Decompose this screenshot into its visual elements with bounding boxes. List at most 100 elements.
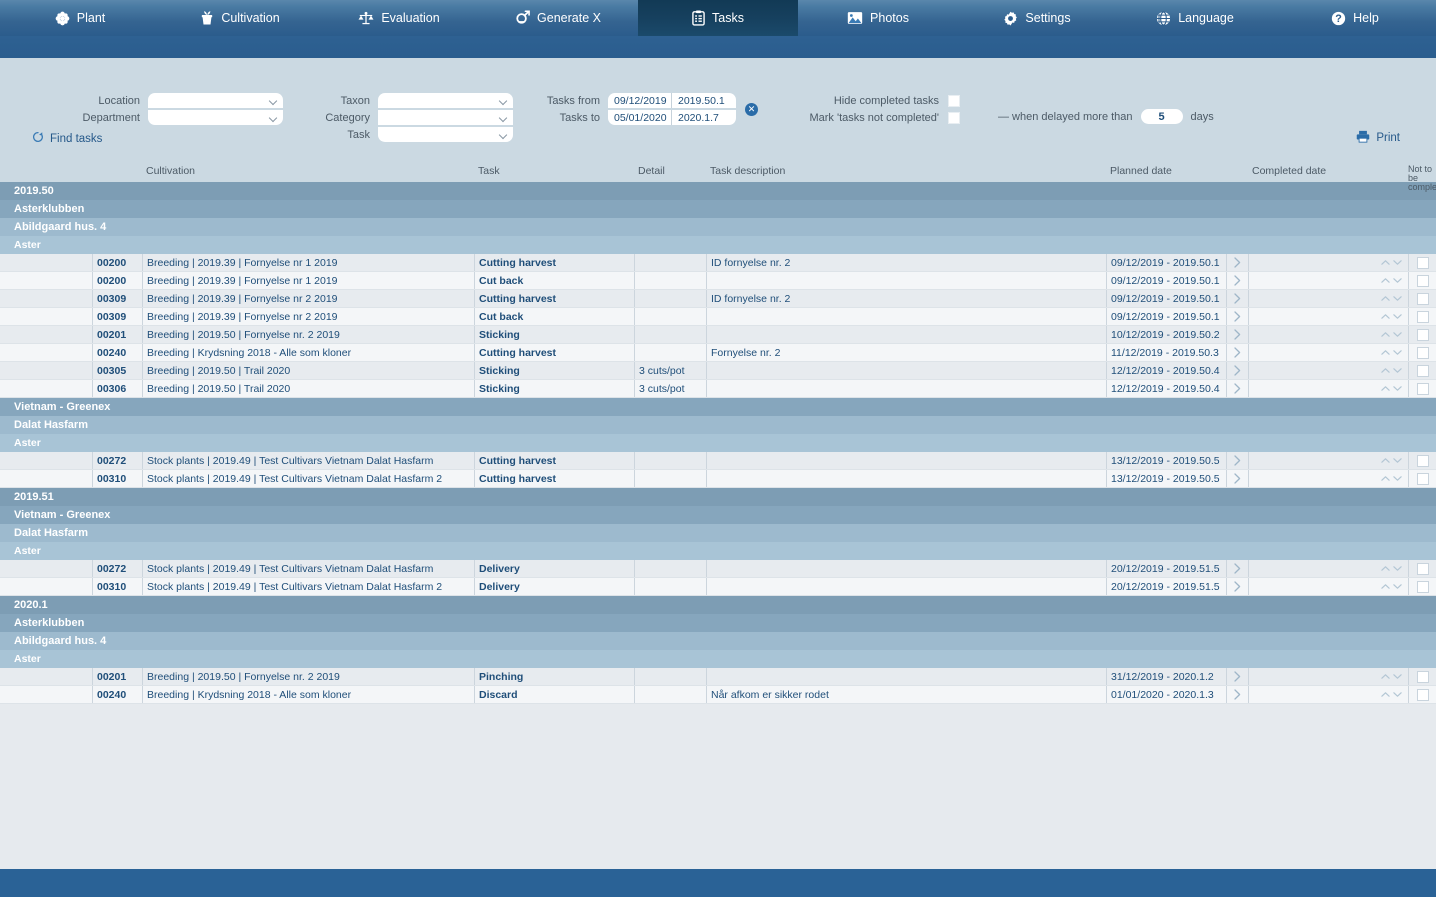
- not-to-be-completed-checkbox[interactable]: [1416, 328, 1429, 341]
- row-move-controls[interactable]: [1378, 290, 1408, 307]
- row-detail-chevron-button[interactable]: [1226, 272, 1248, 289]
- row-detail-chevron-button[interactable]: [1226, 668, 1248, 685]
- row-detail-chevron-button[interactable]: [1226, 254, 1248, 271]
- table-row[interactable]: 00240 Breeding | Krydsning 2018 - Alle so…: [0, 686, 1436, 704]
- nav-item-evaluation[interactable]: Evaluation: [320, 0, 478, 36]
- row-detail-chevron-button[interactable]: [1226, 308, 1248, 325]
- table-row[interactable]: 00201 Breeding | 2019.50 | Fornyelse nr. …: [0, 668, 1436, 686]
- nav-item-generate-x[interactable]: Generate X: [478, 0, 638, 36]
- nav-item-tasks[interactable]: Tasks: [638, 0, 798, 36]
- tasks-from-week[interactable]: 2019.50.1: [672, 93, 736, 108]
- mark-not-completed-checkbox[interactable]: [948, 111, 960, 124]
- table-row[interactable]: 00272 Stock plants | 2019.49 | Test Culti…: [0, 452, 1436, 470]
- row-detail-chevron-button[interactable]: [1226, 560, 1248, 577]
- table-row[interactable]: 00200 Breeding | 2019.39 | Fornyelse nr 1…: [0, 272, 1436, 290]
- nav-item-settings[interactable]: Settings: [958, 0, 1116, 36]
- tasks-to-week[interactable]: 2020.1.7: [672, 110, 736, 125]
- print-button[interactable]: Print: [1356, 130, 1400, 146]
- not-to-be-completed-checkbox[interactable]: [1416, 454, 1429, 467]
- table-row[interactable]: 00201 Breeding | 2019.50 | Fornyelse nr. …: [0, 326, 1436, 344]
- group-header-taxon[interactable]: Aster: [0, 542, 1436, 560]
- not-to-be-completed-checkbox[interactable]: [1416, 382, 1429, 395]
- table-row[interactable]: 00200 Breeding | 2019.39 | Fornyelse nr 1…: [0, 254, 1436, 272]
- taxon-select[interactable]: [378, 93, 513, 108]
- row-move-controls[interactable]: [1378, 470, 1408, 487]
- nav-item-language[interactable]: Language: [1116, 0, 1274, 36]
- task-select[interactable]: [378, 127, 513, 142]
- not-to-be-completed-checkbox[interactable]: [1416, 346, 1429, 359]
- row-move-controls[interactable]: [1378, 344, 1408, 361]
- nav-item-plant[interactable]: Plant: [0, 0, 160, 36]
- row-detail-chevron-button[interactable]: [1226, 326, 1248, 343]
- group-header-location[interactable]: Asterklubben: [0, 614, 1436, 632]
- table-row[interactable]: 00309 Breeding | 2019.39 | Fornyelse nr 2…: [0, 308, 1436, 326]
- group-header-location[interactable]: Vietnam - Greenex: [0, 398, 1436, 416]
- not-to-be-completed-checkbox[interactable]: [1416, 310, 1429, 323]
- tasks-from-date[interactable]: 09/12/2019: [608, 93, 672, 108]
- table-row[interactable]: 00240 Breeding | Krydsning 2018 - Alle so…: [0, 344, 1436, 362]
- row-move-controls[interactable]: [1378, 362, 1408, 379]
- find-tasks-button[interactable]: Find tasks: [32, 131, 102, 146]
- nav-item-photos[interactable]: Photos: [798, 0, 958, 36]
- not-to-be-completed-checkbox[interactable]: [1416, 688, 1429, 701]
- not-to-be-completed-checkbox[interactable]: [1416, 472, 1429, 485]
- row-detail-chevron-button[interactable]: [1226, 452, 1248, 469]
- group-header-taxon[interactable]: Aster: [0, 650, 1436, 668]
- group-header-period[interactable]: 2019.50: [0, 182, 1436, 200]
- row-leading-spacer: [0, 470, 92, 487]
- row-move-controls[interactable]: [1378, 254, 1408, 271]
- row-move-controls[interactable]: [1378, 668, 1408, 685]
- not-to-be-completed-checkbox[interactable]: [1416, 274, 1429, 287]
- group-header-department[interactable]: Dalat Hasfarm: [0, 524, 1436, 542]
- not-to-be-completed-checkbox[interactable]: [1416, 292, 1429, 305]
- group-header-taxon[interactable]: Aster: [0, 434, 1436, 452]
- table-row[interactable]: 00306 Breeding | 2019.50 | Trail 2020 Stic…: [0, 380, 1436, 398]
- group-header-period[interactable]: 2019.51: [0, 488, 1436, 506]
- table-row[interactable]: 00272 Stock plants | 2019.49 | Test Culti…: [0, 560, 1436, 578]
- row-move-controls[interactable]: [1378, 452, 1408, 469]
- row-move-controls[interactable]: [1378, 578, 1408, 595]
- tasks-from-input[interactable]: 09/12/2019 2019.50.1: [608, 93, 736, 108]
- row-move-controls[interactable]: [1378, 308, 1408, 325]
- not-to-be-completed-checkbox[interactable]: [1416, 256, 1429, 269]
- row-detail-chevron-button[interactable]: [1226, 344, 1248, 361]
- tasks-to-date[interactable]: 05/01/2020: [608, 110, 672, 125]
- clear-date-range-button[interactable]: ✕: [745, 102, 758, 116]
- row-detail-chevron-button[interactable]: [1226, 380, 1248, 397]
- row-cultivation: Breeding | 2019.39 | Fornyelse nr 1 2019: [142, 272, 474, 289]
- group-header-department[interactable]: Dalat Hasfarm: [0, 416, 1436, 434]
- department-select[interactable]: [148, 110, 283, 125]
- group-header-department[interactable]: Abildgaard hus. 4: [0, 218, 1436, 236]
- row-detail-chevron-button[interactable]: [1226, 290, 1248, 307]
- hide-completed-checkbox[interactable]: [948, 94, 960, 107]
- row-task: Cut back: [474, 272, 634, 289]
- location-select[interactable]: [148, 93, 283, 108]
- not-to-be-completed-checkbox[interactable]: [1416, 580, 1429, 593]
- group-header-location[interactable]: Vietnam - Greenex: [0, 506, 1436, 524]
- group-header-taxon[interactable]: Aster: [0, 236, 1436, 254]
- delay-days-input[interactable]: 5: [1140, 109, 1183, 124]
- row-detail-chevron-button[interactable]: [1226, 578, 1248, 595]
- group-header-department[interactable]: Abildgaard hus. 4: [0, 632, 1436, 650]
- tasks-to-input[interactable]: 05/01/2020 2020.1.7: [608, 110, 736, 125]
- row-move-controls[interactable]: [1378, 272, 1408, 289]
- table-row[interactable]: 00305 Breeding | 2019.50 | Trail 2020 Stic…: [0, 362, 1436, 380]
- group-header-location[interactable]: Asterklubben: [0, 200, 1436, 218]
- row-detail-chevron-button[interactable]: [1226, 362, 1248, 379]
- table-row[interactable]: 00310 Stock plants | 2019.49 | Test Culti…: [0, 470, 1436, 488]
- row-move-controls[interactable]: [1378, 326, 1408, 343]
- category-select[interactable]: [378, 110, 513, 125]
- table-row[interactable]: 00309 Breeding | 2019.39 | Fornyelse nr 2…: [0, 290, 1436, 308]
- table-row[interactable]: 00310 Stock plants | 2019.49 | Test Culti…: [0, 578, 1436, 596]
- nav-item-help[interactable]: ? Help: [1274, 0, 1436, 36]
- row-move-controls[interactable]: [1378, 380, 1408, 397]
- row-detail-chevron-button[interactable]: [1226, 686, 1248, 703]
- not-to-be-completed-checkbox[interactable]: [1416, 364, 1429, 377]
- row-detail-chevron-button[interactable]: [1226, 470, 1248, 487]
- not-to-be-completed-checkbox[interactable]: [1416, 670, 1429, 683]
- not-to-be-completed-checkbox[interactable]: [1416, 562, 1429, 575]
- row-move-controls[interactable]: [1378, 560, 1408, 577]
- row-move-controls[interactable]: [1378, 686, 1408, 703]
- group-header-period[interactable]: 2020.1: [0, 596, 1436, 614]
- nav-item-cultivation[interactable]: Cultivation: [160, 0, 320, 36]
